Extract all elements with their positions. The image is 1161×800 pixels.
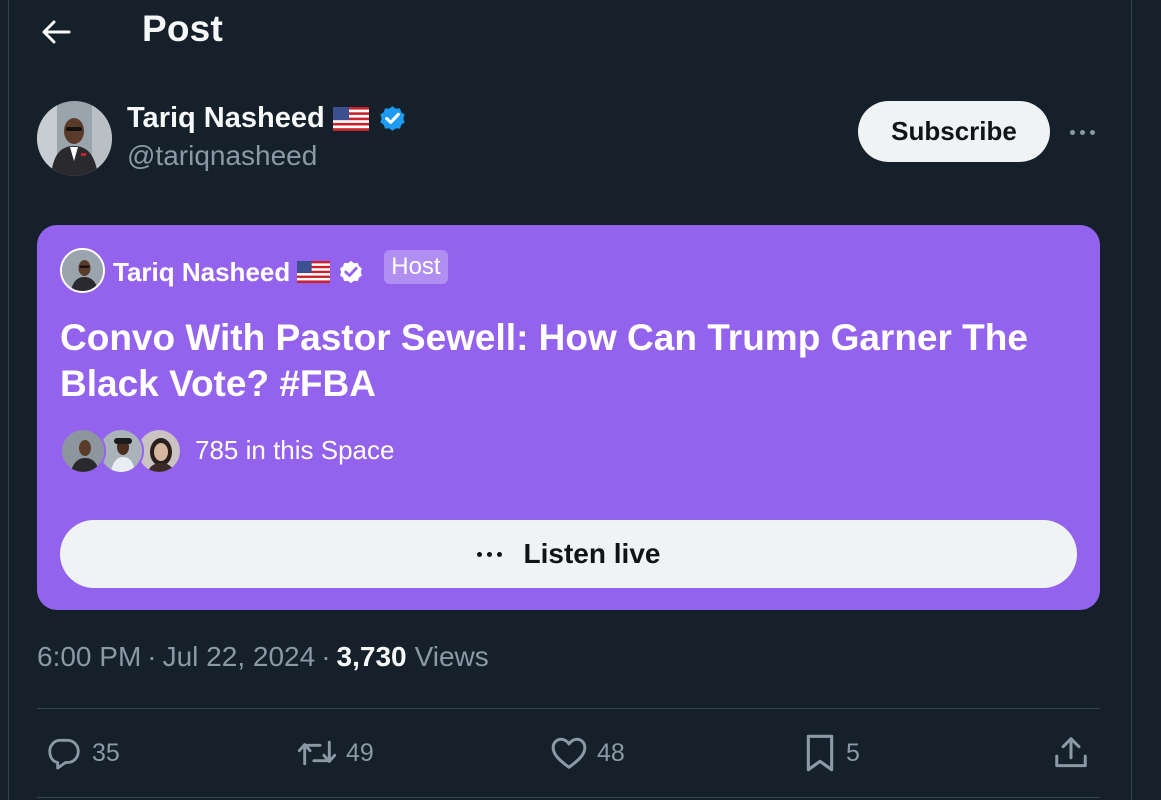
listener-count: 785 in this Space [195,435,395,465]
reply-count: 35 [92,738,120,767]
repost-icon [297,734,337,772]
host-row: Tariq Nasheed Host [113,250,448,289]
bookmark-icon [803,733,837,773]
live-dots-icon [476,551,502,557]
us-flag-icon [297,261,331,283]
views-label: Views [414,641,489,672]
heart-icon [550,735,588,771]
author-handle[interactable]: @tariqnasheed [127,140,317,172]
like-count: 48 [597,738,625,767]
post-page: Post Tariq Nasheed @tariqnasheed Subscri… [0,0,1161,800]
column-border-right [1131,0,1132,800]
space-card[interactable]: Tariq Nasheed Host Convo With Pastor Sew… [37,225,1100,610]
more-options-button[interactable] [1060,112,1104,152]
divider [37,797,1100,798]
space-title: Convo With Pastor Sewell: How Can Trump … [60,317,1028,404]
host-avatar[interactable] [60,248,105,293]
views-count: 3,730 [336,641,407,672]
repost-count: 49 [346,738,374,767]
host-badge: Host [384,250,448,284]
bookmark-button[interactable]: 5 [803,731,860,775]
share-button[interactable] [1052,731,1090,775]
listener-avatar [60,428,106,474]
meta-separator: · [321,641,331,672]
us-flag-icon [332,106,369,131]
reply-icon [45,734,83,772]
more-horizontal-icon [1067,129,1097,135]
post-meta: 6:00 PM · Jul 22, 2024 · 3,730 Views [37,641,489,673]
back-button[interactable] [34,10,78,54]
author-avatar[interactable] [37,101,112,176]
share-icon [1052,734,1090,772]
author-name-row: Tariq Nasheed [127,102,408,135]
divider [37,708,1100,709]
post-time[interactable]: 6:00 PM [37,641,141,673]
bookmark-count: 5 [846,738,860,767]
listen-live-label: Listen live [523,538,661,569]
arrow-left-icon [41,19,71,45]
repost-button[interactable]: 49 [297,731,374,775]
listen-live-button[interactable]: Listen live [60,520,1077,588]
listener-avatars [60,428,190,474]
author-name[interactable]: Tariq Nasheed [127,102,325,135]
like-button[interactable]: 48 [550,731,625,775]
post-date[interactable]: Jul 22, 2024 [163,641,316,673]
page-title: Post [142,8,223,49]
verified-badge-icon[interactable] [377,103,408,134]
meta-separator: · [147,641,157,672]
reply-button[interactable]: 35 [45,731,120,775]
verified-badge-icon [337,258,365,286]
host-name[interactable]: Tariq Nasheed [113,257,290,288]
subscribe-button[interactable]: Subscribe [858,101,1050,162]
column-border-left [8,0,9,800]
